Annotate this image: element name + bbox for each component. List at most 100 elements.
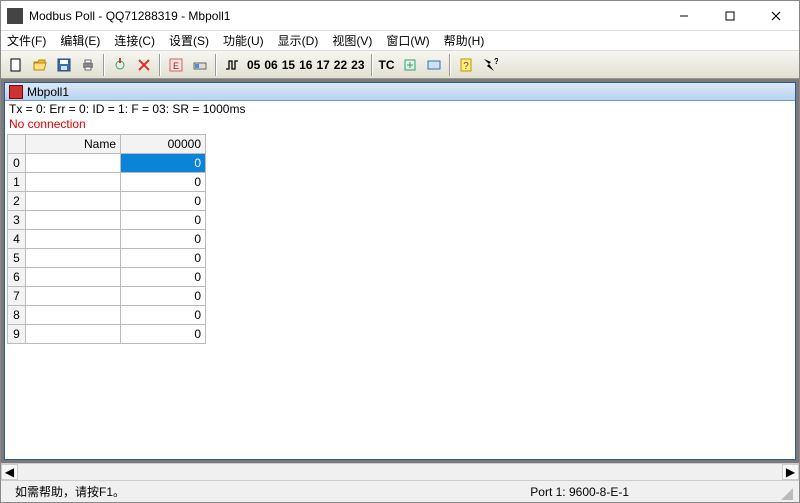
table-row[interactable]: 40 <box>8 230 206 249</box>
cell-name[interactable] <box>26 306 121 325</box>
cell-name[interactable] <box>26 173 121 192</box>
table-row[interactable]: 70 <box>8 287 206 306</box>
row-header[interactable]: 7 <box>8 287 26 306</box>
cell-value[interactable]: 0 <box>121 325 206 344</box>
cell-name[interactable] <box>26 230 121 249</box>
scroll-right-icon[interactable]: ▶ <box>782 464 799 480</box>
row-header[interactable]: 4 <box>8 230 26 249</box>
row-header[interactable]: 6 <box>8 268 26 287</box>
svg-text:E: E <box>173 61 179 71</box>
pulse-icon[interactable] <box>221 54 243 76</box>
row-header[interactable]: 1 <box>8 173 26 192</box>
table-row[interactable]: 60 <box>8 268 206 287</box>
connect-icon[interactable] <box>109 54 131 76</box>
row-header[interactable]: 3 <box>8 211 26 230</box>
menu-item[interactable]: 显示(D) <box>276 31 321 50</box>
cell-name[interactable] <box>26 268 121 287</box>
cell-value[interactable]: 0 <box>121 173 206 192</box>
table-row[interactable]: 50 <box>8 249 206 268</box>
col-header-name[interactable]: Name <box>26 135 121 154</box>
poll-status-line: Tx = 0: Err = 0: ID = 1: F = 03: SR = 10… <box>7 101 793 117</box>
cell-value[interactable]: 0 <box>121 211 206 230</box>
toolbar-separator <box>159 54 161 76</box>
cell-name[interactable] <box>26 154 121 173</box>
scroll-track[interactable] <box>18 464 782 480</box>
cell-name[interactable] <box>26 249 121 268</box>
cell-name[interactable] <box>26 287 121 306</box>
cell-value[interactable]: 0 <box>121 306 206 325</box>
auto-icon[interactable] <box>189 54 211 76</box>
mdi-area: Mbpoll1 Tx = 0: Err = 0: ID = 1: F = 03:… <box>1 79 799 463</box>
menu-item[interactable]: 窗口(W) <box>384 31 431 50</box>
status-port: Port 1: 9600-8-E-1 <box>522 485 637 499</box>
horizontal-scrollbar[interactable]: ◀ ▶ <box>1 463 799 480</box>
row-header[interactable]: 0 <box>8 154 26 173</box>
menu-item[interactable]: 功能(U) <box>221 31 266 50</box>
menu-item[interactable]: 编辑(E) <box>58 31 102 50</box>
statusbar: 如需帮助，请按F1。 Port 1: 9600-8-E-1 <box>1 480 799 502</box>
menu-item[interactable]: 视图(V) <box>330 31 374 50</box>
resize-grip-icon[interactable] <box>777 484 793 500</box>
cell-value[interactable]: 0 <box>121 268 206 287</box>
row-header[interactable]: 2 <box>8 192 26 211</box>
menu-item[interactable]: 连接(C) <box>112 31 157 50</box>
disconnect-icon[interactable] <box>133 54 155 76</box>
child-titlebar[interactable]: Mbpoll1 <box>5 83 795 101</box>
child-window: Mbpoll1 Tx = 0: Err = 0: ID = 1: F = 03:… <box>4 82 796 460</box>
minimize-button[interactable] <box>661 1 707 31</box>
tool-a-icon[interactable] <box>399 54 421 76</box>
tool-b-icon[interactable] <box>423 54 445 76</box>
menu-item[interactable]: 文件(F) <box>5 31 48 50</box>
row-header[interactable]: 5 <box>8 249 26 268</box>
maximize-button[interactable] <box>707 1 753 31</box>
tc-button[interactable]: TC <box>377 54 397 76</box>
row-header[interactable]: 9 <box>8 325 26 344</box>
register-table[interactable]: Name 00000 00102030405060708090 <box>7 134 206 344</box>
svg-text:?: ? <box>463 61 469 72</box>
col-header-value[interactable]: 00000 <box>121 135 206 154</box>
cell-value[interactable]: 0 <box>121 249 206 268</box>
open-icon[interactable] <box>29 54 51 76</box>
help-icon[interactable]: ? <box>455 54 477 76</box>
no-connection-label: No connection <box>7 117 793 134</box>
table-row[interactable]: 80 <box>8 306 206 325</box>
fn-code-button[interactable]: 16 <box>297 54 314 76</box>
print-icon[interactable] <box>77 54 99 76</box>
cell-name[interactable] <box>26 192 121 211</box>
row-header[interactable]: 8 <box>8 306 26 325</box>
table-row[interactable]: 30 <box>8 211 206 230</box>
fn-code-button[interactable]: 22 <box>332 54 349 76</box>
toolbar: E 05061516172223 TC ? ? <box>1 51 799 79</box>
context-help-icon[interactable]: ? <box>479 54 501 76</box>
menubar: 文件(F) 编辑(E) 连接(C) 设置(S) 功能(U) 显示(D) 视图(V) 窗口(W)… <box>1 31 799 51</box>
cell-name[interactable] <box>26 325 121 344</box>
child-body: Tx = 0: Err = 0: ID = 1: F = 03: SR = 10… <box>5 101 795 459</box>
menu-item[interactable]: 设置(S) <box>167 31 211 50</box>
table-row[interactable]: 00 <box>8 154 206 173</box>
fn-code-button[interactable]: 23 <box>349 54 366 76</box>
scroll-left-icon[interactable]: ◀ <box>1 464 18 480</box>
app-icon <box>7 8 23 24</box>
cell-value[interactable]: 0 <box>121 287 206 306</box>
definition-icon[interactable]: E <box>165 54 187 76</box>
fn-code-button[interactable]: 05 <box>245 54 262 76</box>
fn-code-button[interactable]: 15 <box>280 54 297 76</box>
cell-value[interactable]: 0 <box>121 154 206 173</box>
cell-name[interactable] <box>26 211 121 230</box>
window-title: Modbus Poll - QQ71288319 - Mbpoll1 <box>29 9 661 23</box>
toolbar-separator <box>449 54 451 76</box>
close-button[interactable] <box>753 1 799 31</box>
table-row[interactable]: 20 <box>8 192 206 211</box>
child-window-title: Mbpoll1 <box>27 85 69 99</box>
fn-code-button[interactable]: 17 <box>314 54 331 76</box>
cell-value[interactable]: 0 <box>121 230 206 249</box>
table-row[interactable]: 10 <box>8 173 206 192</box>
fn-code-button[interactable]: 06 <box>262 54 279 76</box>
table-corner <box>8 135 26 154</box>
app-window: Modbus Poll - QQ71288319 - Mbpoll1 文件(F)… <box>0 0 800 503</box>
menu-item[interactable]: 帮助(H) <box>442 31 487 50</box>
new-icon[interactable] <box>5 54 27 76</box>
cell-value[interactable]: 0 <box>121 192 206 211</box>
table-row[interactable]: 90 <box>8 325 206 344</box>
save-icon[interactable] <box>53 54 75 76</box>
